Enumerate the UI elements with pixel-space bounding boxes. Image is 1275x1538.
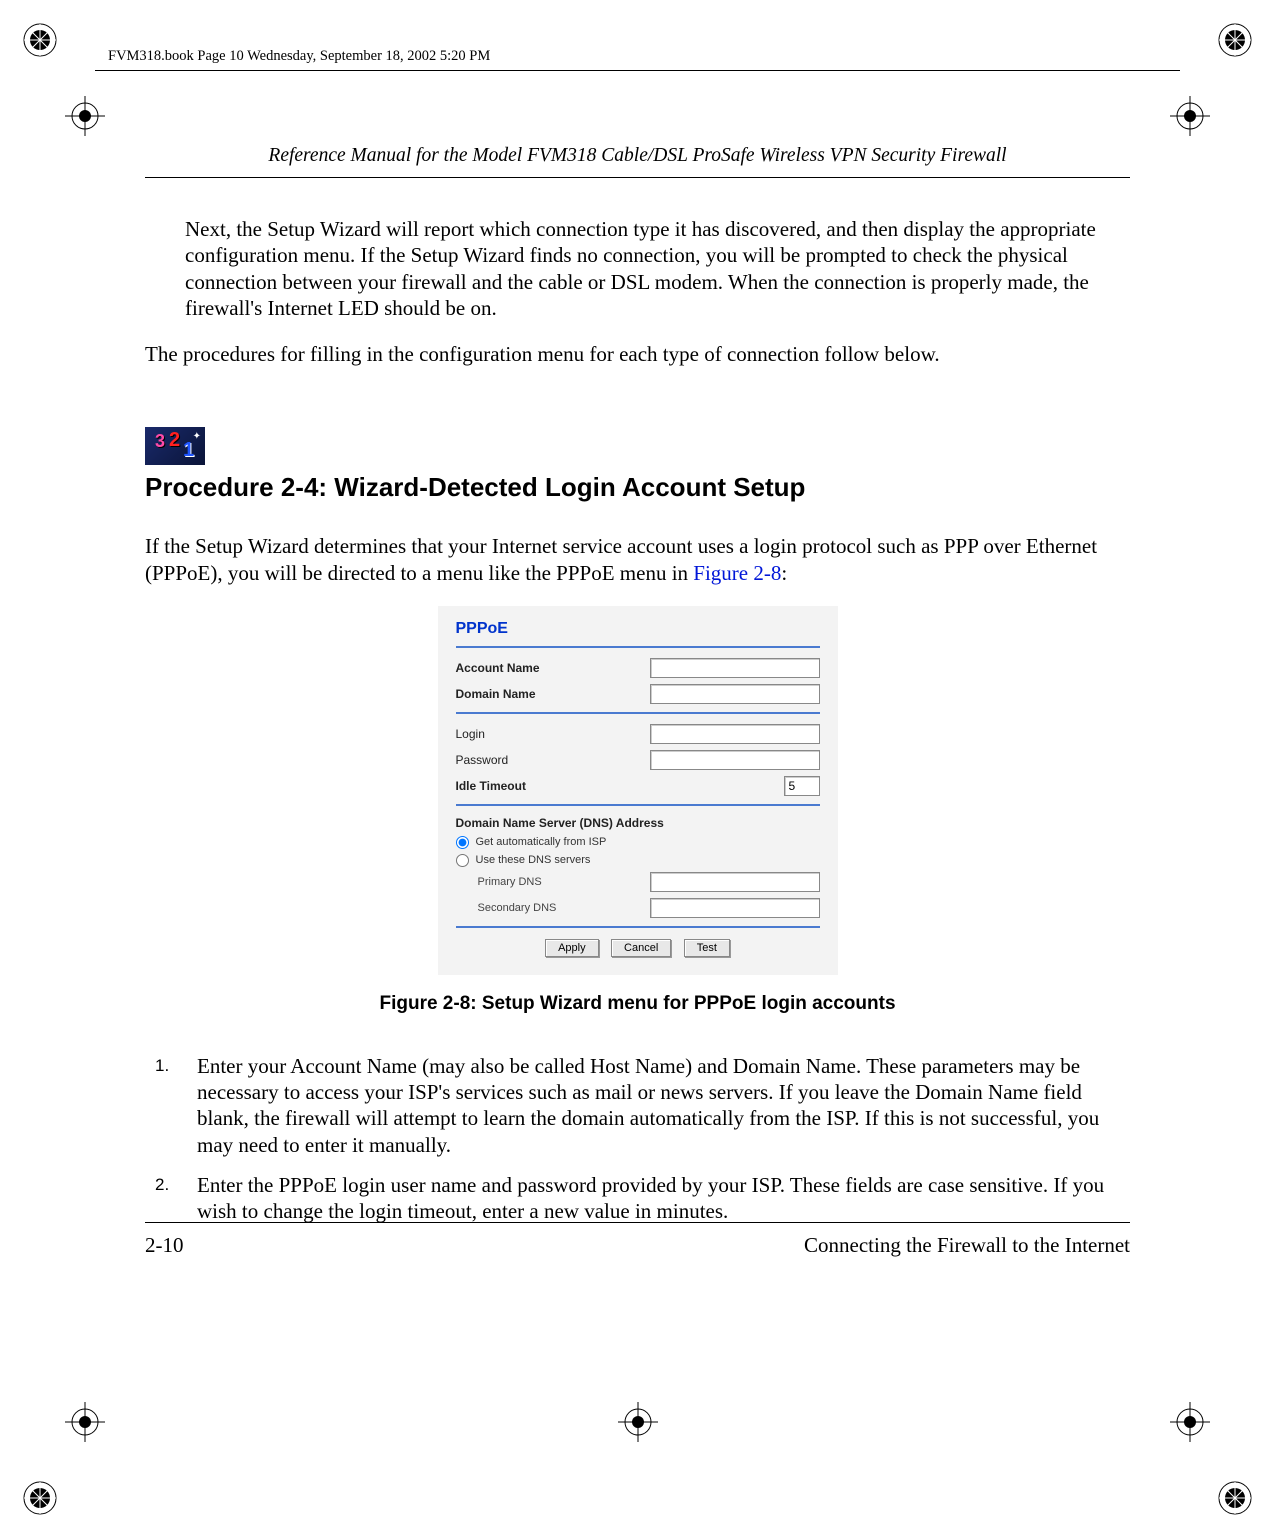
- setup-paragraph-pre: If the Setup Wizard determines that your…: [145, 534, 1097, 584]
- dns-manual-radio[interactable]: [456, 854, 469, 867]
- procedure-countdown-icon: 321✦: [145, 427, 205, 465]
- dns-auto-radio[interactable]: [456, 836, 469, 849]
- page-footer: 2-10 Connecting the Firewall to the Inte…: [145, 1222, 1130, 1258]
- crop-mark-icon: [1205, 10, 1265, 70]
- test-button[interactable]: Test: [684, 939, 730, 957]
- step-2: Enter the PPPoE login user name and pass…: [155, 1172, 1130, 1225]
- crop-mark-icon: [10, 1468, 70, 1528]
- figure-block: PPPoE Account Name Domain Name Login Pas…: [145, 606, 1130, 1015]
- setup-paragraph-post: :: [781, 561, 787, 585]
- crop-mark-icon: [10, 10, 70, 70]
- account-name-input[interactable]: [650, 658, 820, 678]
- step-list: Enter your Account Name (may also be cal…: [155, 1053, 1130, 1225]
- registration-mark-icon: [65, 96, 105, 136]
- meta-rule: [95, 70, 1180, 71]
- secondary-dns-input[interactable]: [650, 898, 820, 918]
- registration-mark-icon: [65, 1402, 105, 1442]
- secondary-dns-label: Secondary DNS: [478, 902, 650, 914]
- password-input[interactable]: [650, 750, 820, 770]
- intro-paragraph: Next, the Setup Wizard will report which…: [185, 216, 1130, 321]
- divider: [456, 804, 820, 806]
- apply-button[interactable]: Apply: [545, 939, 599, 957]
- account-name-label: Account Name: [456, 661, 650, 675]
- pppoe-panel: PPPoE Account Name Domain Name Login Pas…: [438, 606, 838, 975]
- divider: [456, 712, 820, 714]
- registration-mark-icon: [1170, 1402, 1210, 1442]
- dns-auto-label: Get automatically from ISP: [476, 836, 607, 848]
- dns-manual-label: Use these DNS servers: [476, 854, 591, 866]
- domain-name-input[interactable]: [650, 684, 820, 704]
- primary-dns-label: Primary DNS: [478, 876, 650, 888]
- pppoe-title: PPPoE: [456, 620, 820, 638]
- idle-timeout-label: Idle Timeout: [456, 779, 784, 793]
- idle-timeout-input[interactable]: [784, 776, 820, 796]
- password-label: Password: [456, 753, 650, 767]
- page-number: 2-10: [145, 1233, 184, 1258]
- section-title: Connecting the Firewall to the Internet: [804, 1233, 1130, 1258]
- registration-mark-icon: [1170, 96, 1210, 136]
- figure-link[interactable]: Figure 2-8: [693, 561, 781, 585]
- crop-mark-icon: [1205, 1468, 1265, 1528]
- primary-dns-input[interactable]: [650, 872, 820, 892]
- cancel-button[interactable]: Cancel: [611, 939, 671, 957]
- divider: [456, 646, 820, 648]
- page-meta-text: FVM318.book Page 10 Wednesday, September…: [108, 48, 490, 65]
- procedures-paragraph: The procedures for filling in the config…: [145, 341, 1130, 367]
- divider: [456, 926, 820, 928]
- login-label: Login: [456, 727, 650, 741]
- login-input[interactable]: [650, 724, 820, 744]
- running-head: Reference Manual for the Model FVM318 Ca…: [145, 145, 1130, 178]
- step-1: Enter your Account Name (may also be cal…: [155, 1053, 1130, 1158]
- figure-caption: Figure 2-8: Setup Wizard menu for PPPoE …: [145, 993, 1130, 1015]
- registration-mark-icon: [618, 1402, 658, 1442]
- page-content: Reference Manual for the Model FVM318 Ca…: [145, 145, 1130, 1238]
- setup-paragraph: If the Setup Wizard determines that your…: [145, 533, 1130, 586]
- domain-name-label: Domain Name: [456, 687, 650, 701]
- dns-heading: Domain Name Server (DNS) Address: [456, 816, 820, 830]
- procedure-heading: Procedure 2-4: Wizard-Detected Login Acc…: [145, 472, 1130, 503]
